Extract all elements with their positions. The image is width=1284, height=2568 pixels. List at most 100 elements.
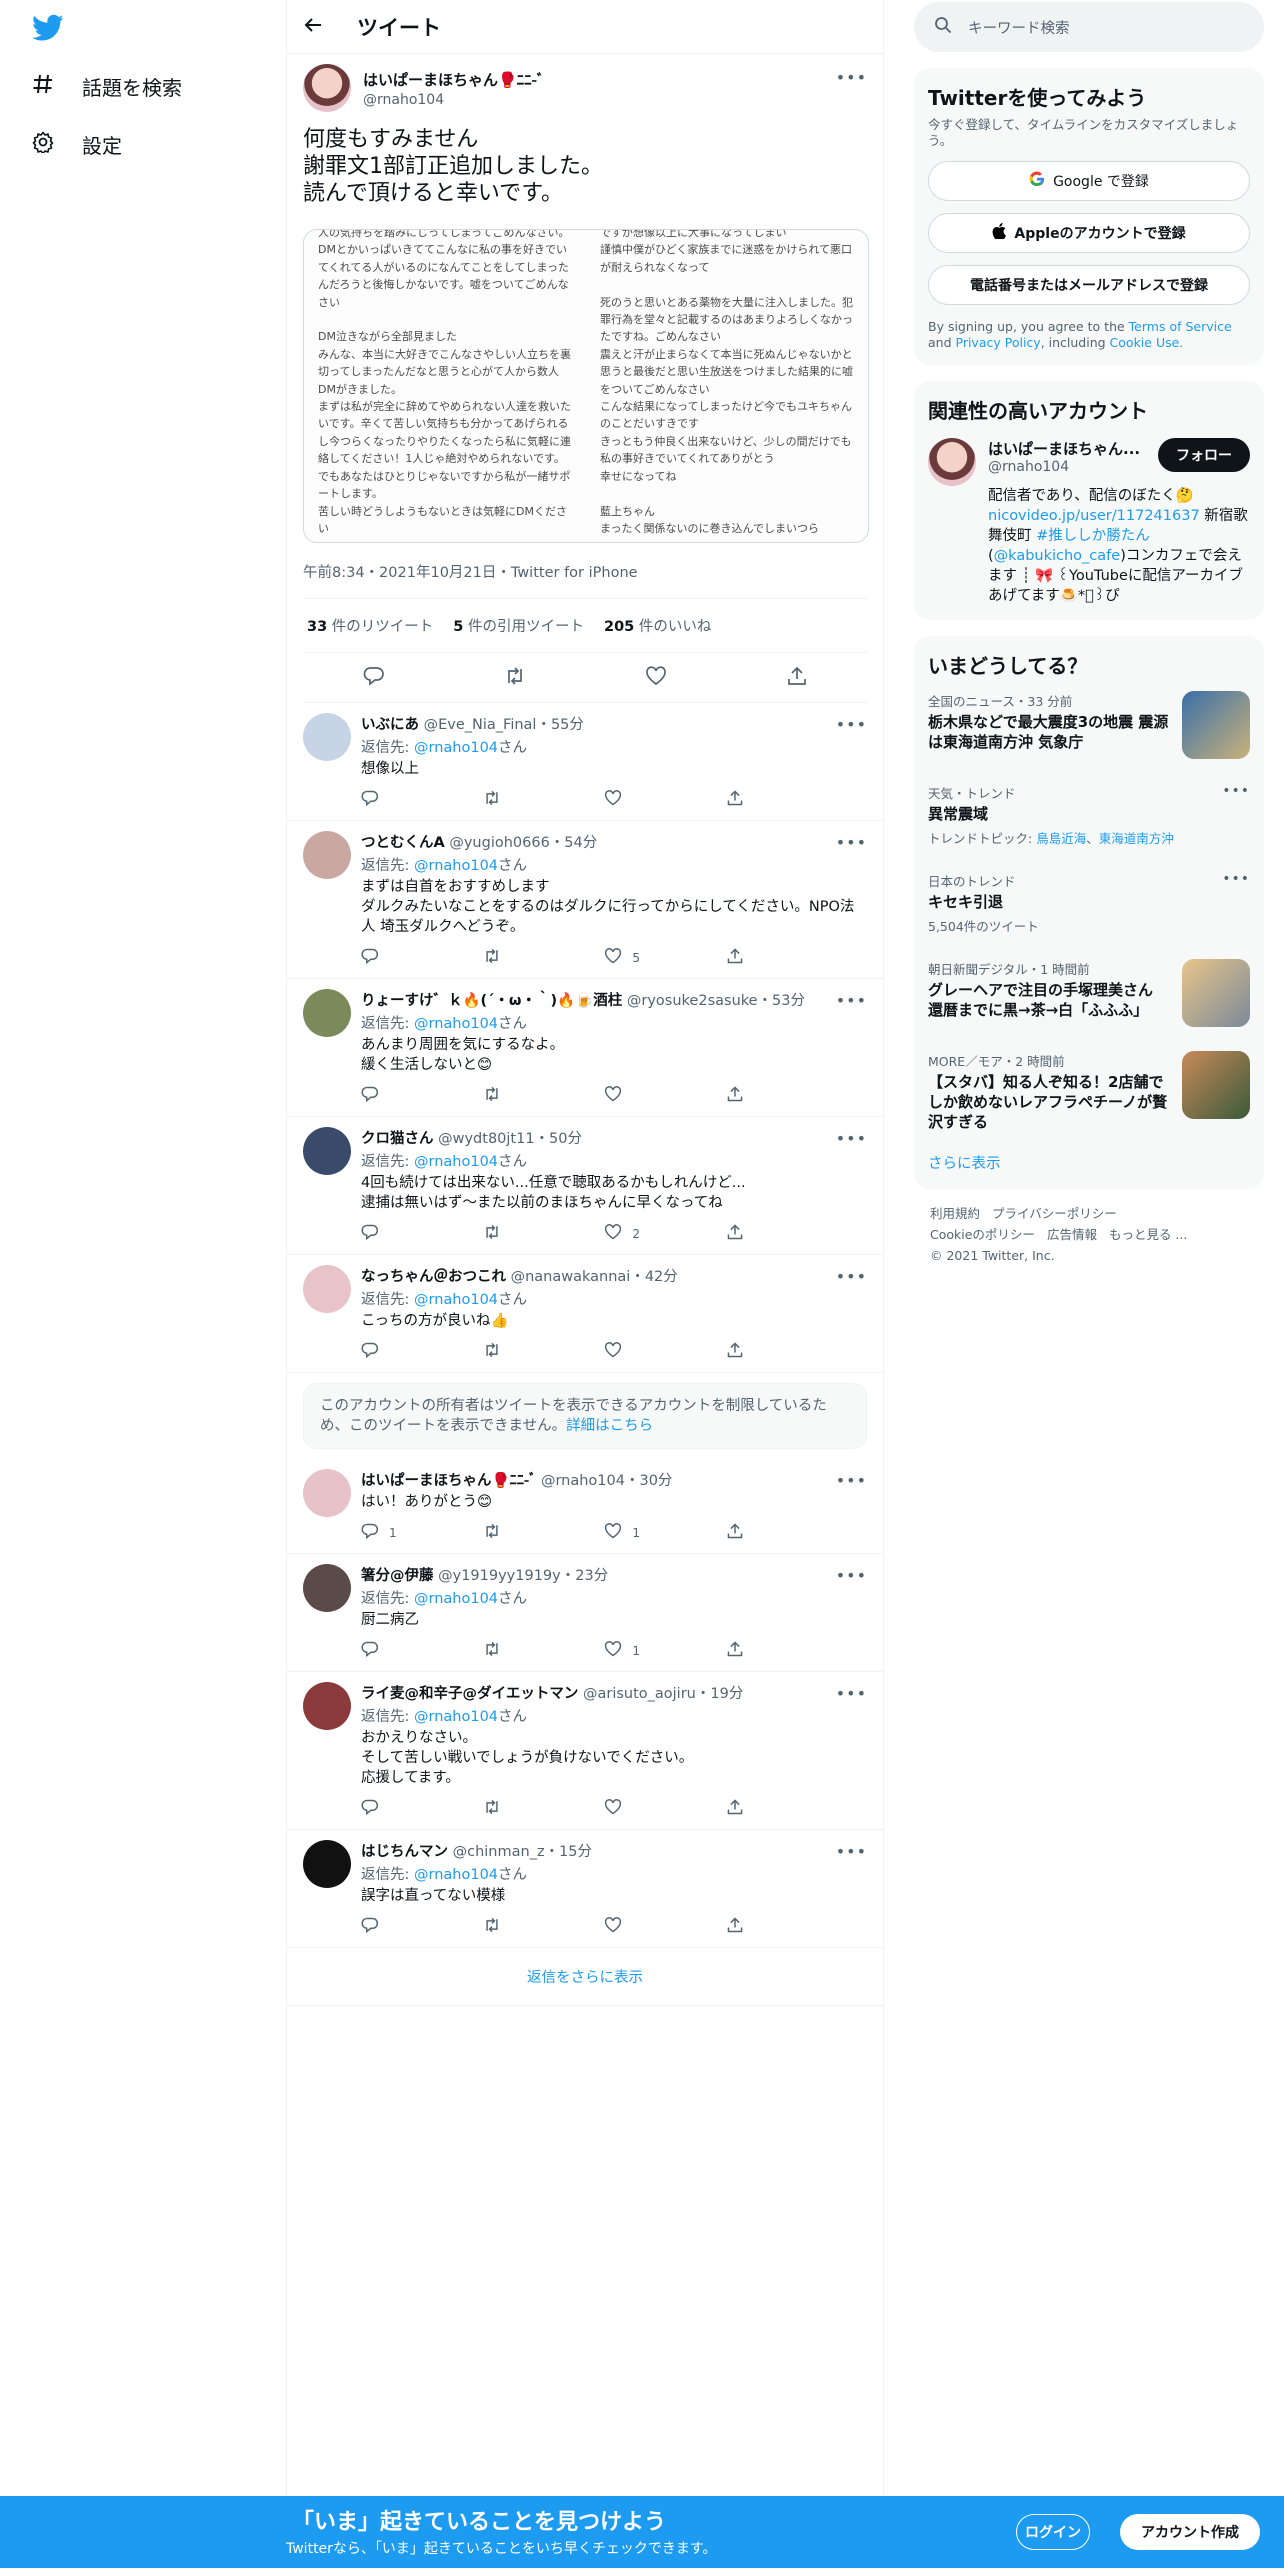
avatar[interactable] bbox=[303, 64, 351, 112]
more-icon[interactable]: ••• bbox=[836, 715, 867, 734]
like-button[interactable]: 1 bbox=[604, 1522, 664, 1543]
trend-topic-link[interactable]: 鳥島近海 bbox=[1036, 831, 1086, 846]
more-icon[interactable]: ••• bbox=[836, 1842, 867, 1861]
reply-button[interactable] bbox=[361, 1640, 421, 1661]
reply-tweet[interactable]: クロ猫さん @wydt80jt11・50分 返信先: @rnaho104さん 4… bbox=[287, 1117, 883, 1255]
learn-more-link[interactable]: 詳細はこちら bbox=[566, 1418, 653, 1434]
reply-time[interactable]: ・42分 bbox=[630, 1269, 677, 1285]
reply-time[interactable]: ・15分 bbox=[545, 1844, 592, 1860]
reply-handle[interactable]: @Eve_Nia_Final bbox=[424, 717, 537, 733]
footer-link[interactable]: プライバシーポリシー bbox=[992, 1206, 1117, 1221]
retweet-button[interactable] bbox=[483, 1085, 543, 1106]
share-button[interactable] bbox=[726, 789, 786, 810]
login-button[interactable]: ログイン bbox=[1016, 2514, 1090, 2550]
like-button[interactable] bbox=[604, 1798, 664, 1819]
more-icon[interactable]: ••• bbox=[836, 833, 867, 852]
tweet-author[interactable]: はいぱーまほちゃん🥊ﾆﾆ-ﾞ @rnaho104 ••• bbox=[303, 64, 867, 112]
twitter-logo-icon[interactable] bbox=[32, 14, 64, 46]
trend-item[interactable]: 朝日新聞デジタル・1 時間前 グレーヘアで注目の手塚理美さん 還暦までに黒→茶→… bbox=[928, 947, 1250, 1039]
more-icon[interactable]: ••• bbox=[836, 1684, 867, 1703]
like-icon[interactable] bbox=[645, 665, 667, 691]
reply-to-link[interactable]: @rnaho104 bbox=[414, 858, 498, 874]
like-button[interactable]: 5 bbox=[604, 947, 664, 968]
reply-tweet[interactable]: はいぱーまほちゃん🥊ﾆﾆ-ﾞ @rnaho104・30分 はい！ありがとう😊 1… bbox=[287, 1459, 883, 1554]
reply-author-name[interactable]: いぶにあ bbox=[361, 717, 419, 733]
trend-item[interactable]: 日本のトレンド キセキ引退 5,504件のツイート ••• bbox=[928, 859, 1250, 947]
reply-to-link[interactable]: @rnaho104 bbox=[414, 1591, 498, 1607]
search-input[interactable]: キーワード検索 bbox=[914, 2, 1264, 52]
reply-handle[interactable]: @arisuto_aojiru bbox=[583, 1686, 696, 1702]
avatar[interactable] bbox=[303, 989, 351, 1037]
tweet-timestamp[interactable]: 午前8:34・2021年10月21日・Twitter for iPhone bbox=[303, 545, 867, 599]
like-button[interactable] bbox=[604, 1341, 664, 1362]
phone-email-signup-button[interactable]: 電話番号またはメールアドレスで登録 bbox=[928, 265, 1250, 305]
bio-link[interactable]: nicovideo.jp/user/117241637 bbox=[988, 508, 1200, 524]
avatar[interactable] bbox=[303, 1564, 351, 1612]
show-more-replies[interactable]: 返信をさらに表示 bbox=[287, 1948, 883, 2006]
avatar[interactable] bbox=[303, 1840, 351, 1888]
avatar[interactable] bbox=[303, 713, 351, 761]
share-button[interactable] bbox=[726, 1341, 786, 1362]
reply-author-name[interactable]: つとむくんA bbox=[361, 835, 445, 851]
share-button[interactable] bbox=[726, 1223, 786, 1244]
retweet-button[interactable] bbox=[483, 1223, 543, 1244]
apple-signup-button[interactable]: Appleのアカウントで登録 bbox=[928, 213, 1250, 253]
more-icon[interactable]: ••• bbox=[836, 68, 867, 87]
trend-topic-link[interactable]: 東海道南方沖 bbox=[1099, 831, 1174, 846]
reply-handle[interactable]: @chinman_z bbox=[453, 1844, 545, 1860]
more-icon[interactable]: ••• bbox=[1222, 871, 1250, 935]
back-arrow-icon[interactable] bbox=[303, 15, 323, 39]
terms-link[interactable]: Terms of Service bbox=[1129, 319, 1232, 334]
reply-tweet[interactable]: なっちゃん＠おつこれ @nanawakannai・42分 返信先: @rnaho… bbox=[287, 1255, 883, 1373]
reply-tweet[interactable]: 箸分@伊藤 @y1919yy1919y・23分 返信先: @rnaho104さん… bbox=[287, 1554, 883, 1672]
reply-to-link[interactable]: @rnaho104 bbox=[414, 1709, 498, 1725]
more-icon[interactable]: ••• bbox=[836, 1129, 867, 1148]
reply-handle[interactable]: @yugioh0666 bbox=[449, 835, 549, 851]
reply-to-link[interactable]: @rnaho104 bbox=[414, 1867, 498, 1883]
footer-link[interactable]: Cookieのポリシー bbox=[930, 1227, 1035, 1242]
avatar[interactable] bbox=[303, 1469, 351, 1517]
reply-tweet[interactable]: ライ麦@和辛子@ダイエットマン @arisuto_aojiru・19分 返信先:… bbox=[287, 1672, 883, 1830]
footer-link[interactable]: もっと見る ... bbox=[1109, 1227, 1187, 1242]
reply-time[interactable]: ・53分 bbox=[758, 993, 805, 1009]
retweet-icon[interactable] bbox=[504, 665, 526, 691]
retweet-button[interactable] bbox=[483, 1640, 543, 1661]
like-button[interactable]: 1 bbox=[604, 1640, 664, 1661]
reply-time[interactable]: ・55分 bbox=[536, 717, 583, 733]
reply-author-name[interactable]: りょーすけ゛ｋ🔥(´・ω・｀)🔥🍺酒柱 bbox=[361, 993, 622, 1009]
trend-item[interactable]: MORE／モア・2 時間前 【スタバ】知る人ぞ知る！2店舗でしか飲めないレアフラ… bbox=[928, 1039, 1250, 1144]
reply-author-name[interactable]: 箸分@伊藤 bbox=[361, 1568, 434, 1584]
share-button[interactable] bbox=[726, 1640, 786, 1661]
tweet-image[interactable]: 人の気持ちを踏みにじってしまってごめんなさい。DMとかいっぱいきててこんなに私の… bbox=[303, 229, 869, 543]
avatar[interactable] bbox=[303, 1682, 351, 1730]
share-button[interactable] bbox=[726, 1522, 786, 1543]
follow-button[interactable]: フォロー bbox=[1158, 438, 1250, 472]
reply-time[interactable]: ・30分 bbox=[625, 1473, 672, 1489]
reply-handle[interactable]: @y1919yy1919y bbox=[438, 1568, 561, 1584]
trend-item[interactable]: 全国のニュース・33 分前 栃木県などで最大震度3の地震 震源は東海道南方沖 気… bbox=[928, 679, 1250, 771]
reply-time[interactable]: ・54分 bbox=[550, 835, 597, 851]
share-icon[interactable] bbox=[786, 665, 808, 691]
share-button[interactable] bbox=[726, 1916, 786, 1937]
reply-tweet[interactable]: はじちんマン @chinman_z・15分 返信先: @rnaho104さん 誤… bbox=[287, 1830, 883, 1948]
related-account[interactable]: はいぱーまほちゃん... @rnaho104 フォロー bbox=[928, 438, 1250, 486]
reply-button[interactable] bbox=[361, 1341, 421, 1362]
reply-handle[interactable]: @ryosuke2sasuke bbox=[627, 993, 758, 1009]
privacy-link[interactable]: Privacy Policy bbox=[956, 335, 1041, 350]
reply-author-name[interactable]: はじちんマン bbox=[361, 1844, 448, 1860]
trends-show-more[interactable]: さらに表示 bbox=[928, 1152, 1250, 1173]
create-account-button[interactable]: アカウント作成 bbox=[1120, 2514, 1260, 2550]
reply-handle[interactable]: @wydt80jt11 bbox=[438, 1131, 534, 1147]
reply-time[interactable]: ・19分 bbox=[696, 1686, 743, 1702]
share-button[interactable] bbox=[726, 947, 786, 968]
retweet-button[interactable] bbox=[483, 1798, 543, 1819]
more-icon[interactable]: ••• bbox=[836, 1471, 867, 1490]
reply-author-name[interactable]: はいぱーまほちゃん🥊ﾆﾆ-ﾞ bbox=[361, 1473, 536, 1489]
like-button[interactable] bbox=[604, 1916, 664, 1937]
trend-item[interactable]: 天気・トレンド 異常震域 トレンドトピック: 鳥島近海、東海道南方沖 ••• bbox=[928, 771, 1250, 859]
reply-tweet[interactable]: つとむくんA @yugioh0666・54分 返信先: @rnaho104さん … bbox=[287, 821, 883, 979]
reply-button[interactable] bbox=[361, 947, 421, 968]
reply-time[interactable]: ・50分 bbox=[535, 1131, 582, 1147]
like-button[interactable] bbox=[604, 1085, 664, 1106]
share-button[interactable] bbox=[726, 1085, 786, 1106]
